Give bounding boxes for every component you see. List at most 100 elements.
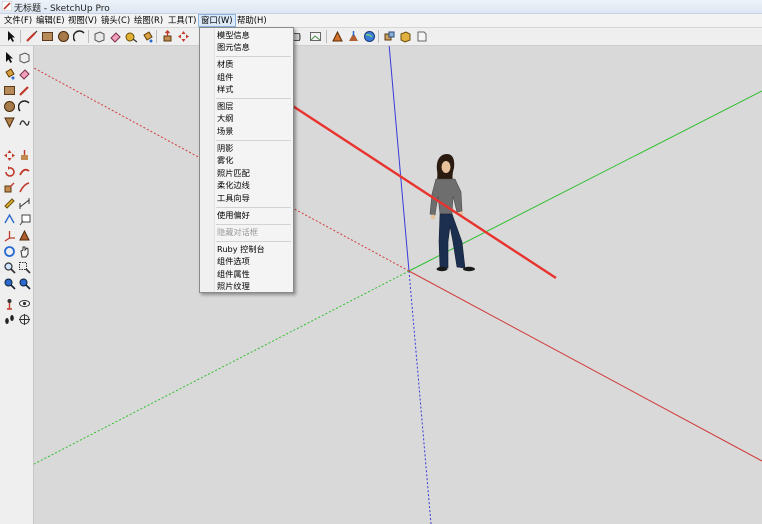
- menu-item-styles[interactable]: 样式: [217, 83, 233, 95]
- window-menu-dropdown: 模型信息 图元信息 材质 组件 样式 图层 大纲 场景 阴影 雾化 照片匹配 柔…: [199, 27, 294, 293]
- menu-item-ruby-console[interactable]: Ruby 控制台: [217, 243, 265, 255]
- menu-view[interactable]: 视图(V): [66, 14, 99, 27]
- left-3d-text-button[interactable]: [17, 228, 31, 242]
- menu-draw[interactable]: 绘图(R): [132, 14, 165, 27]
- layout-page-icon: [417, 31, 426, 41]
- components-icon: [384, 31, 394, 40]
- tape-measure-icon: [3, 197, 15, 209]
- menu-item-component-options[interactable]: 组件选项: [217, 255, 250, 267]
- left-make-component-button[interactable]: [17, 50, 31, 64]
- arc-icon: [17, 99, 30, 111]
- sketchup-app-icon: [2, 1, 12, 11]
- menu-item-instructor[interactable]: 工具向导: [217, 192, 250, 204]
- left-scale-button[interactable]: [2, 180, 16, 194]
- menu-item-components[interactable]: 组件: [217, 71, 233, 83]
- left-polygon-button[interactable]: [2, 115, 16, 129]
- menu-item-fog[interactable]: 雾化: [217, 154, 233, 166]
- make-component-button[interactable]: [92, 29, 106, 43]
- previous-view-icon: [19, 278, 31, 290]
- title-bar: 无标题 - SketchUp Pro: [0, 0, 762, 14]
- menu-item-entity-info[interactable]: 图元信息: [217, 41, 250, 53]
- menu-item-match-photo[interactable]: 照片匹配: [217, 167, 250, 179]
- left-orbit-button[interactable]: [2, 244, 16, 258]
- menu-item-soften-edges[interactable]: 柔化边线: [217, 179, 250, 191]
- left-freehand-button[interactable]: [17, 115, 31, 129]
- left-pan-button[interactable]: [17, 244, 31, 258]
- earth-button[interactable]: [362, 29, 376, 43]
- menu-camera[interactable]: 镜头(C): [99, 14, 132, 27]
- left-walk-button[interactable]: [2, 312, 16, 326]
- components-window-button[interactable]: [382, 29, 396, 43]
- push-pull-button[interactable]: [160, 29, 174, 43]
- left-zoom-button[interactable]: [2, 260, 16, 274]
- menu-item-photo-textures[interactable]: 照片纹理: [217, 280, 250, 292]
- share-model-button[interactable]: [346, 29, 360, 43]
- scale-figure-person[interactable]: [429, 154, 475, 272]
- menu-item-model-info[interactable]: 模型信息: [217, 29, 250, 41]
- left-select-button[interactable]: [2, 50, 16, 64]
- left-section-plane-button[interactable]: [17, 312, 31, 326]
- rectangle-tool-button[interactable]: [40, 29, 54, 43]
- left-zoom-window-button[interactable]: [17, 260, 31, 274]
- footprints-icon: [4, 314, 14, 324]
- menu-item-outliner[interactable]: 大纲: [217, 112, 233, 124]
- left-circle-button[interactable]: [2, 99, 16, 113]
- left-eraser-button[interactable]: [17, 66, 31, 80]
- menu-tools[interactable]: 工具(T): [166, 14, 198, 27]
- menu-file[interactable]: 文件(F): [2, 14, 34, 27]
- extension-warehouse-button[interactable]: [398, 29, 412, 43]
- tape-measure-button[interactable]: [124, 29, 138, 43]
- menu-separator: [216, 241, 291, 242]
- left-zoom-extents-button[interactable]: [2, 276, 16, 290]
- offset-icon: [18, 181, 29, 192]
- modeling-viewport[interactable]: [34, 46, 762, 524]
- pencil-tool-button[interactable]: [24, 29, 38, 43]
- left-push-pull-button[interactable]: [17, 148, 31, 162]
- get-models-button[interactable]: [330, 29, 344, 43]
- move-tool-button[interactable]: [176, 29, 190, 43]
- eraser-tool-button[interactable]: [108, 29, 122, 43]
- select-tool-button[interactable]: [4, 29, 18, 43]
- left-previous-view-button[interactable]: [17, 276, 31, 290]
- photo-match-button[interactable]: [308, 29, 322, 43]
- layout-button[interactable]: [414, 29, 428, 43]
- pan-hand-icon: [19, 246, 28, 257]
- move-arrows-icon: [177, 30, 189, 42]
- left-arc-button[interactable]: [17, 99, 31, 113]
- left-protractor-button[interactable]: [2, 212, 16, 226]
- left-paint-bucket-button[interactable]: [2, 66, 16, 80]
- menu-item-hide-dialogs: 隐藏对话框: [217, 227, 258, 237]
- left-axes-button[interactable]: [2, 228, 16, 242]
- main-toolbar: [0, 28, 762, 46]
- menu-separator: [216, 98, 291, 99]
- left-rectangle-button[interactable]: [2, 83, 16, 97]
- menu-item-preferences[interactable]: 使用偏好: [217, 209, 250, 221]
- left-look-around-button[interactable]: [17, 296, 31, 310]
- left-position-camera-button[interactable]: [2, 296, 16, 310]
- menu-window[interactable]: 窗口(W): [198, 14, 236, 27]
- push-pull-icon: [163, 29, 171, 41]
- menu-item-scenes[interactable]: 场景: [217, 125, 233, 137]
- circle-tool-button[interactable]: [56, 29, 70, 43]
- left-dimension-button[interactable]: [17, 196, 31, 210]
- left-text-button[interactable]: [17, 212, 31, 226]
- left-tape-measure-button[interactable]: [2, 196, 16, 210]
- paint-bucket-button[interactable]: [140, 29, 154, 43]
- circle-icon: [3, 100, 15, 112]
- menu-item-shadows[interactable]: 阴影: [217, 142, 233, 154]
- arc-tool-button[interactable]: [72, 29, 86, 43]
- follow-me-icon: [18, 168, 30, 175]
- menu-item-layers[interactable]: 图层: [217, 100, 233, 112]
- menu-help[interactable]: 帮助(H): [235, 14, 269, 27]
- menu-edit[interactable]: 编辑(E): [34, 14, 67, 27]
- left-pencil-button[interactable]: [17, 83, 31, 97]
- menu-icon-gutter: [200, 28, 215, 292]
- left-move-button[interactable]: [2, 148, 16, 162]
- photo-icon: [309, 31, 321, 41]
- move-arrows-icon: [3, 149, 15, 161]
- menu-item-component-attributes[interactable]: 组件属性: [217, 268, 250, 280]
- left-offset-button[interactable]: [17, 180, 31, 194]
- left-follow-me-button[interactable]: [17, 164, 31, 178]
- left-rotate-button[interactable]: [2, 164, 16, 178]
- menu-item-materials[interactable]: 材质: [217, 58, 233, 70]
